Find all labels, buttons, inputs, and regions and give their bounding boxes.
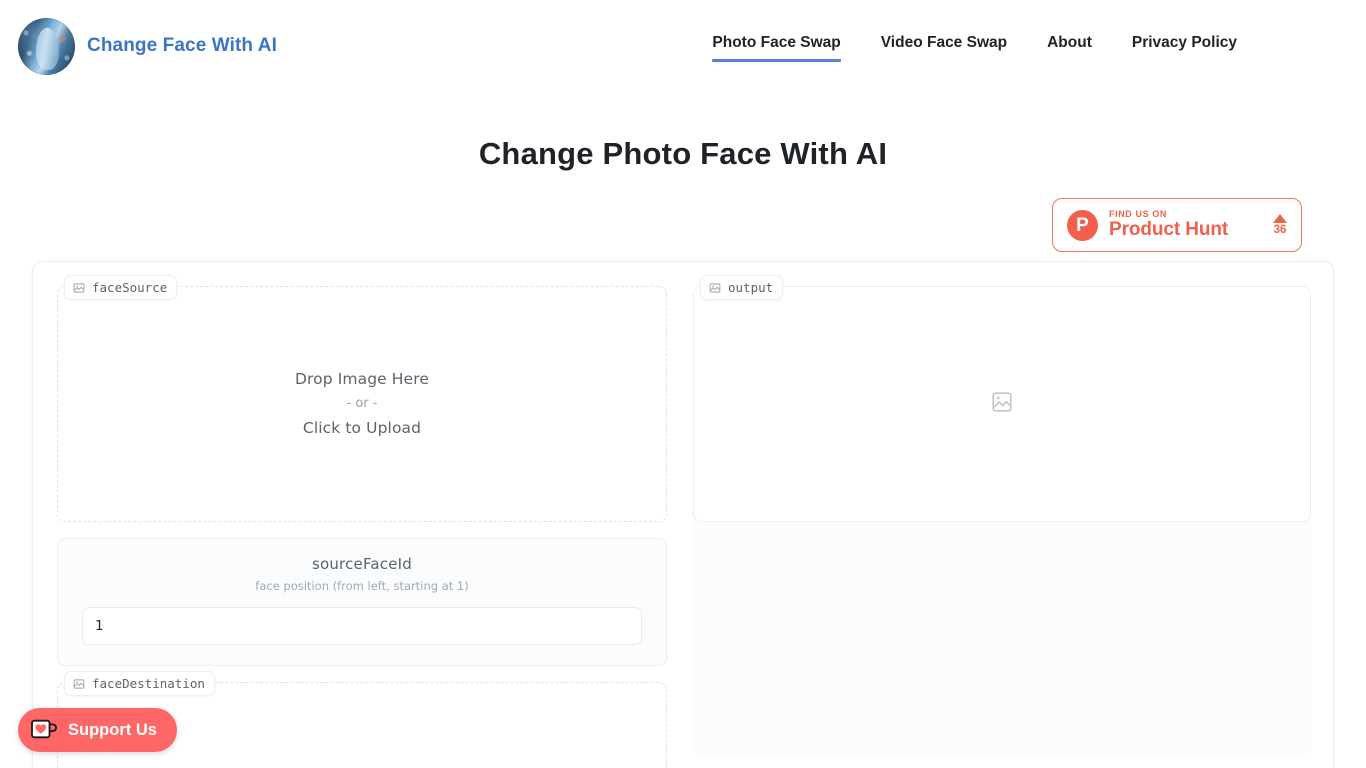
output-panel: output (693, 275, 1311, 522)
caret-up-icon (1273, 213, 1287, 223)
nav-item-about[interactable]: About (1047, 30, 1092, 62)
brand-name: Change Face With AI (87, 35, 277, 56)
product-hunt-upvote[interactable]: 36 (1273, 213, 1287, 237)
support-us-label: Support Us (68, 720, 157, 739)
product-hunt-badge[interactable]: P FIND US ON Product Hunt 36 (1052, 198, 1302, 252)
product-hunt-name: Product Hunt (1109, 219, 1229, 241)
face-source-chip-label: faceSource (92, 280, 168, 295)
inputs-column: faceSource Drop Image Here - or - Click … (57, 275, 667, 768)
source-face-id-card: sourceFaceId face position (from left, s… (57, 538, 667, 666)
nav-item-photo-face-swap[interactable]: Photo Face Swap (712, 30, 842, 62)
image-icon (73, 282, 85, 294)
output-chip-label: output (728, 280, 774, 295)
brand-logo-link[interactable]: Change Face With AI (18, 17, 277, 75)
source-face-id-input[interactable] (82, 607, 642, 645)
image-icon (73, 678, 85, 690)
face-destination-chip: faceDestination (64, 671, 215, 696)
coffee-heart-icon (30, 717, 58, 744)
source-face-id-label: sourceFaceId (311, 555, 413, 573)
face-destination-chip-label: faceDestination (92, 676, 205, 691)
page-title: Change Photo Face With AI (478, 136, 888, 171)
image-icon (709, 282, 721, 294)
image-placeholder-icon (991, 391, 1013, 418)
main-nav: Photo Face Swap Video Face Swap About Pr… (712, 30, 1237, 62)
face-source-upload-action[interactable]: Click to Upload (295, 415, 429, 442)
face-source-drop-primary: Drop Image Here (295, 370, 429, 389)
nav-item-video-face-swap[interactable]: Video Face Swap (881, 30, 1007, 62)
site-header: Change Face With AI Photo Face Swap Vide… (0, 0, 1366, 92)
nav-item-privacy-policy[interactable]: Privacy Policy (1132, 30, 1237, 62)
output-column: output (693, 275, 1311, 756)
face-swap-app-container: faceSource Drop Image Here - or - Click … (32, 261, 1334, 768)
source-face-id-help: face position (from left, starting at 1) (255, 579, 469, 593)
face-source-chip: faceSource (64, 275, 178, 300)
product-hunt-logo-icon: P (1067, 209, 1098, 241)
output-chip: output (700, 275, 784, 300)
product-hunt-kicker: FIND US ON (1109, 208, 1168, 219)
ai-face-avatar-icon (18, 17, 75, 75)
product-hunt-upvote-count: 36 (1273, 223, 1287, 236)
product-hunt-row: P FIND US ON Product Hunt 36 (0, 198, 1366, 252)
face-source-dropzone[interactable]: faceSource Drop Image Here - or - Click … (57, 275, 667, 522)
face-destination-drop-primary: Drop Image Here (295, 762, 429, 768)
support-us-button[interactable]: Support Us (18, 708, 177, 752)
face-source-drop-or: - or - (346, 395, 378, 411)
